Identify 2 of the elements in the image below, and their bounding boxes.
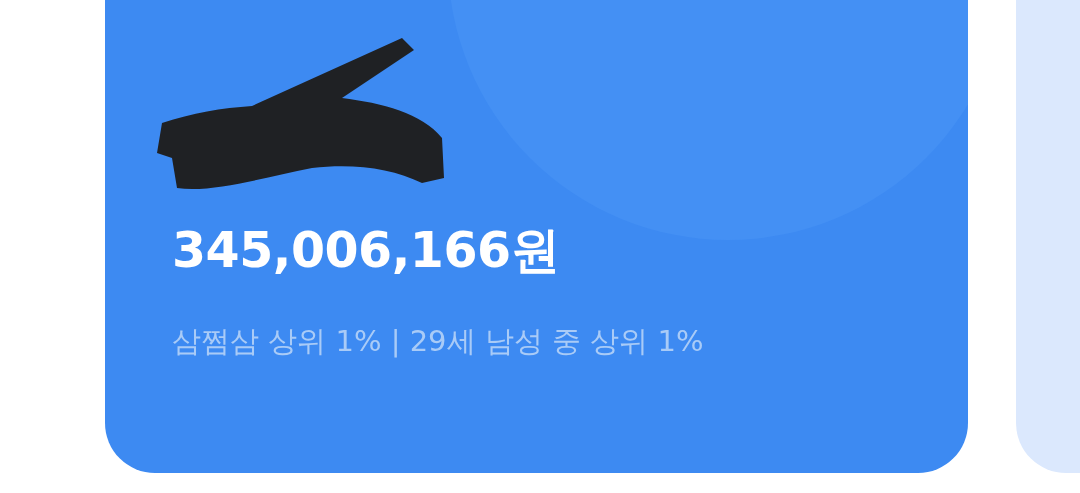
ranking-text: 삼쩜삼 상위 1% | 29세 남성 중 상위 1% <box>172 323 705 360</box>
amount-text: 345,006,166원 <box>172 221 561 281</box>
